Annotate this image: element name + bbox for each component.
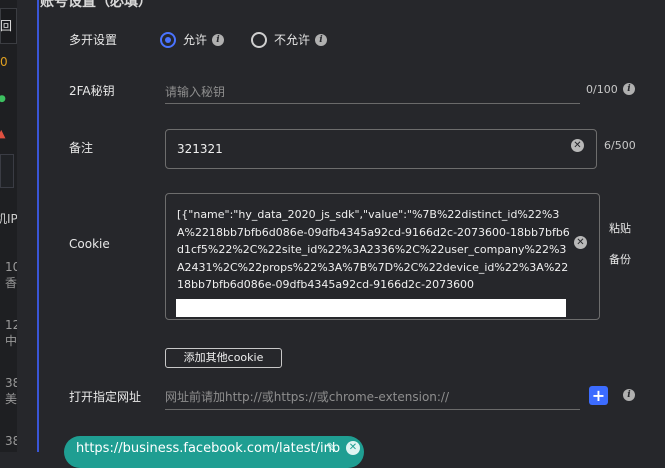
remark-value: 321321	[177, 142, 223, 156]
open-url-input[interactable]	[165, 385, 580, 410]
sidebar: 回 0 ● ▲ 机IP 10 香 12 中 38 美 38	[0, 0, 17, 452]
sidebar-card[interactable]	[0, 154, 14, 188]
section-title: 账号设置（必填）	[40, 0, 152, 10]
radio-allow-label: 允许	[183, 33, 208, 47]
radio-disallow-label: 不允许	[274, 33, 311, 47]
plus-icon[interactable]: +	[589, 386, 608, 405]
cookie-value: [{"name":"hy_data_2020_js_sdk","value":"…	[177, 208, 570, 291]
add-cookie-button[interactable]: 添加其他cookie	[165, 348, 282, 368]
cookie-label: Cookie	[69, 237, 110, 251]
sidebar-row-num: 10	[5, 260, 17, 274]
remark-input[interactable]	[165, 129, 597, 169]
sidebar-row-num: 12	[5, 318, 17, 332]
remark-label: 备注	[69, 141, 94, 155]
twofa-label: 2FA秘钥	[69, 84, 115, 98]
info-icon[interactable]: i	[315, 33, 328, 46]
paste-link[interactable]: 粘贴	[609, 220, 631, 236]
redaction-bar	[176, 299, 566, 317]
backup-link[interactable]: 备份	[609, 251, 631, 267]
info-icon[interactable]: i	[212, 33, 225, 46]
open-url-label: 打开指定网址	[69, 390, 142, 404]
twofa-input[interactable]	[165, 80, 580, 104]
multi-open-label: 多开设置	[69, 33, 118, 47]
sidebar-row-sub: 美	[5, 392, 17, 406]
sidebar-item-1[interactable]: ●	[0, 92, 6, 106]
radio-unchecked-icon	[251, 31, 267, 48]
close-icon[interactable]: ✕	[346, 441, 360, 455]
clear-icon[interactable]: ✕	[571, 139, 584, 152]
sidebar-section-label: 机IP	[0, 212, 17, 226]
radio-checked-icon	[160, 31, 176, 48]
radio-disallow[interactable]: 不允许 i	[251, 31, 328, 48]
edit-icon[interactable]: ✎	[326, 441, 337, 456]
clear-icon[interactable]: ✕	[574, 236, 587, 249]
info-icon[interactable]: i	[623, 83, 635, 95]
info-icon[interactable]: i	[623, 389, 635, 401]
sidebar-row-num: 38	[5, 376, 17, 390]
remark-count: 6/500	[604, 139, 636, 152]
sidebar-row-sub: 中	[5, 334, 17, 348]
sidebar-item-0[interactable]: 0	[0, 55, 8, 69]
radio-allow[interactable]: 允许 i	[160, 31, 225, 48]
sidebar-item-2[interactable]: ▲	[0, 127, 5, 141]
url-chip-text: https://business.facebook.com/latest/inb	[76, 441, 341, 456]
sidebar-selected-char: 回	[0, 19, 13, 33]
twofa-count: 0/100	[586, 83, 618, 96]
sidebar-row-sub: 香	[5, 276, 17, 290]
sidebar-row-num: 38	[5, 434, 17, 448]
section-divider	[37, 0, 39, 452]
